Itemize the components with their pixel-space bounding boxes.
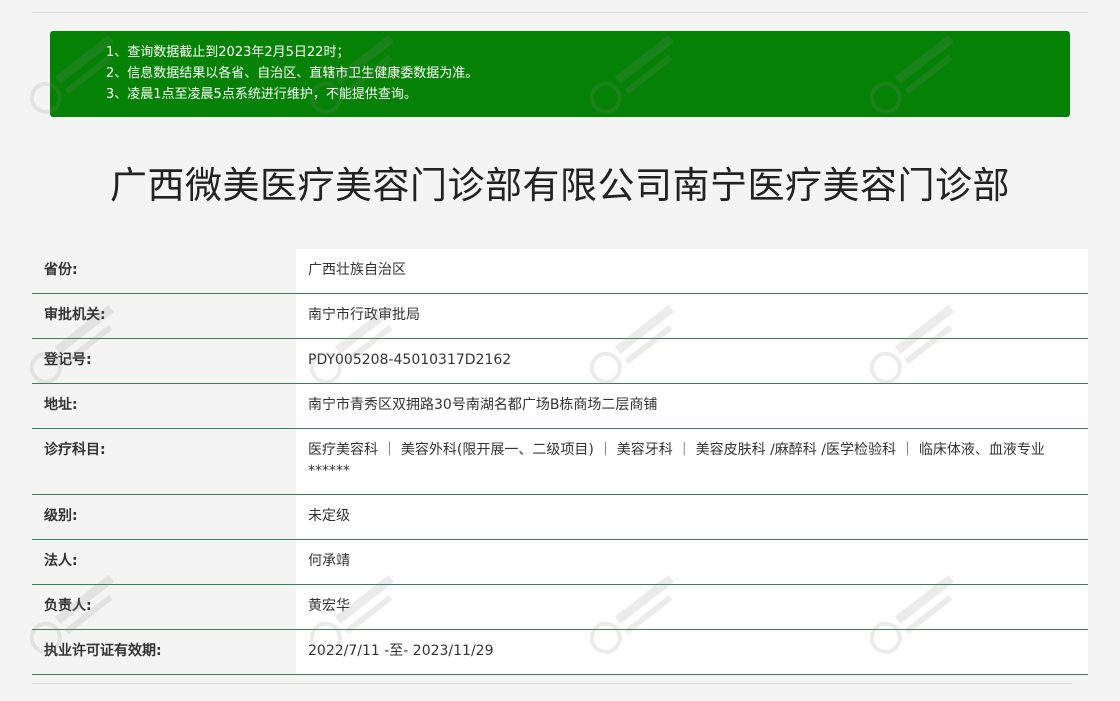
table-row-departments: 诊疗科目: 医疗美容科 ｜ 美容外科(限开展一、二级项目) ｜ 美容牙科 ｜ 美… — [32, 428, 1088, 495]
row-label: 登记号: — [32, 338, 296, 384]
row-value: 黄宏华 — [296, 584, 1088, 630]
row-value: 2022/7/11 -至- 2023/11/29 — [296, 629, 1088, 675]
notice-line-3: 3、凌晨1点至凌晨5点系统进行维护，不能提供查询。 — [106, 87, 417, 102]
notice-line-1: 1、查询数据截止到2023年2月5日22时； — [106, 45, 350, 60]
table-row-license-validity: 执业许可证有效期: 2022/7/11 -至- 2023/11/29 — [32, 629, 1088, 675]
table-row-province: 省份: 广西壮族自治区 — [32, 249, 1088, 294]
row-value: 南宁市青秀区双拥路30号南湖名都广场B栋商场二层商铺 — [296, 383, 1088, 429]
row-value: 医疗美容科 ｜ 美容外科(限开展一、二级项目) ｜ 美容牙科 ｜ 美容皮肤科 /… — [296, 428, 1088, 495]
row-label: 省份: — [32, 249, 296, 294]
table-row-authority: 审批机关: 南宁市行政审批局 — [32, 293, 1088, 339]
notice-line-2: 2、信息数据结果以各省、自治区、直辖市卫生健康委数据为准。 — [106, 66, 479, 81]
info-table: 省份: 广西壮族自治区 审批机关: 南宁市行政审批局 登记号: PDY00520… — [32, 249, 1088, 675]
row-label: 审批机关: — [32, 293, 296, 339]
notice-banner: 1、查询数据截止到2023年2月5日22时； 2、信息数据结果以各省、自治区、直… — [50, 31, 1070, 117]
page: 1、查询数据截止到2023年2月5日22时； 2、信息数据结果以各省、自治区、直… — [0, 0, 1120, 701]
table-row-level: 级别: 未定级 — [32, 494, 1088, 540]
row-label: 诊疗科目: — [32, 428, 296, 495]
table-row-legal-person: 法人: 何承靖 — [32, 539, 1088, 585]
row-value: 未定级 — [296, 494, 1088, 540]
row-label: 负责人: — [32, 584, 296, 630]
row-label: 级别: — [32, 494, 296, 540]
row-label: 执业许可证有效期: — [32, 629, 296, 675]
table-row-manager: 负责人: 黄宏华 — [32, 584, 1088, 630]
row-value: 何承靖 — [296, 539, 1088, 585]
page-title: 广西微美医疗美容门诊部有限公司南宁医疗美容门诊部 — [110, 164, 1010, 207]
divider-top — [32, 12, 1088, 13]
row-value: 广西壮族自治区 — [296, 249, 1088, 294]
table-row-registration: 登记号: PDY005208-45010317D2162 — [32, 338, 1088, 384]
row-label: 法人: — [32, 539, 296, 585]
divider-bottom — [32, 683, 1072, 684]
row-label: 地址: — [32, 383, 296, 429]
row-value: 南宁市行政审批局 — [296, 293, 1088, 339]
row-value: PDY005208-45010317D2162 — [296, 338, 1088, 384]
table-row-address: 地址: 南宁市青秀区双拥路30号南湖名都广场B栋商场二层商铺 — [32, 383, 1088, 429]
